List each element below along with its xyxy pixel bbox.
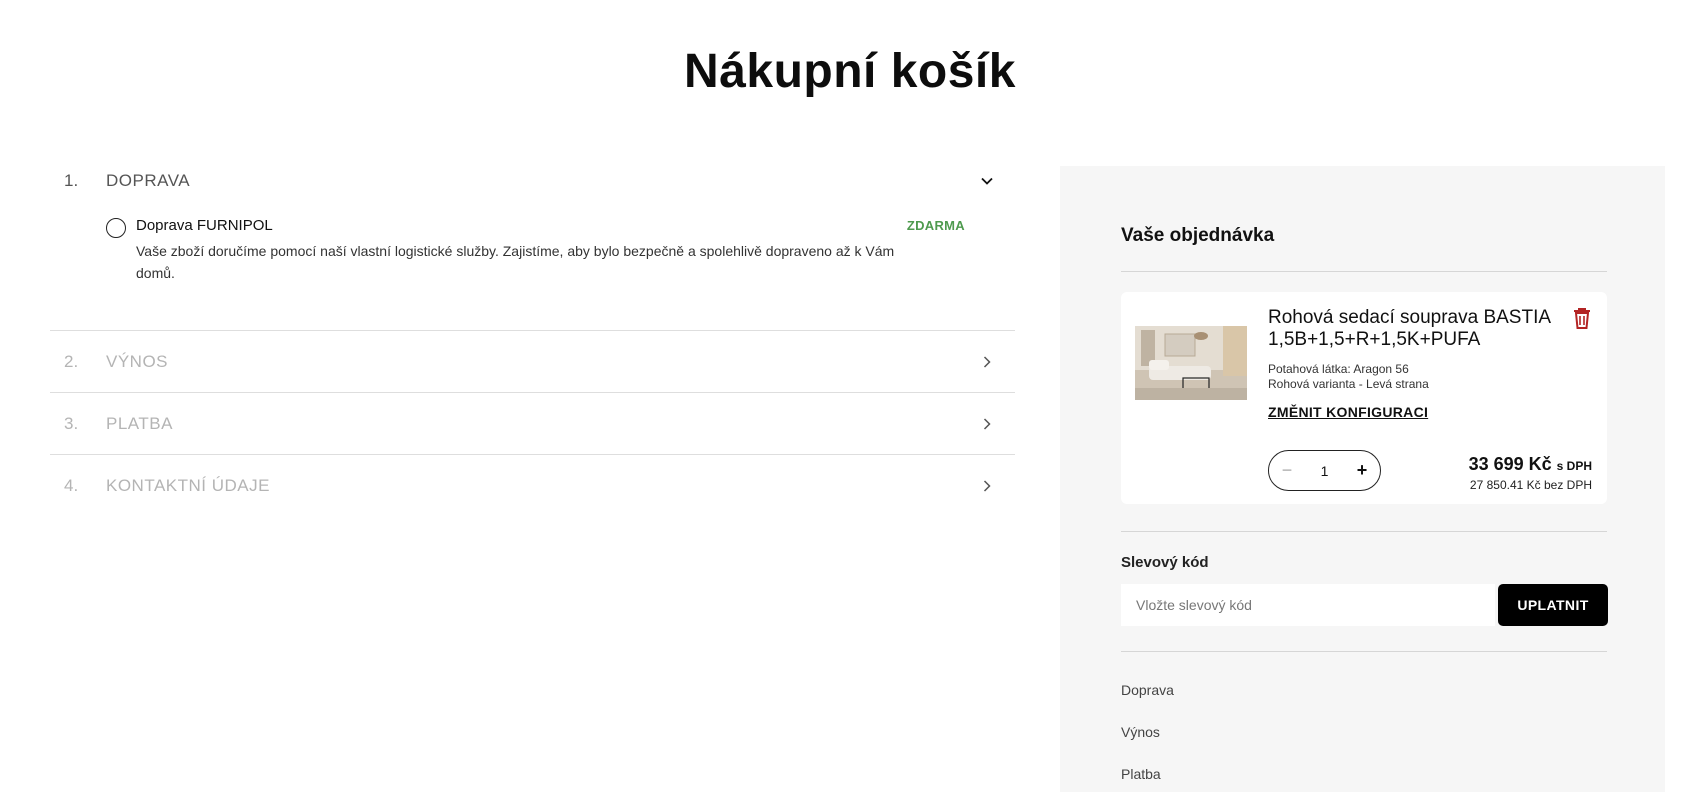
shipping-option-description: Vaše zboží doručíme pomocí naší vlastní … (136, 243, 895, 281)
divider (1121, 651, 1607, 652)
apply-coupon-button[interactable]: UPLATNIT (1498, 584, 1608, 626)
coupon-input[interactable] (1121, 584, 1495, 626)
quantity-stepper: − 1 + (1268, 450, 1381, 491)
summary-row-payment: Platba (1121, 766, 1161, 782)
step-number: 1. (64, 171, 79, 190)
product-attr-variant: Rohová varianta - Levá strana (1268, 377, 1429, 391)
step-return-header[interactable]: 2. VÝNOS (50, 331, 1015, 392)
divider (1121, 271, 1607, 272)
price-vat-suffix: s DPH (1556, 459, 1592, 473)
step-contact: 4. KONTAKTNÍ ÚDAJE (50, 455, 1015, 516)
shipping-option-furnipol[interactable]: Doprava FURNIPOL Vaše zboží doručíme pom… (106, 213, 1015, 284)
shipping-option-price: ZDARMA (906, 218, 965, 233)
step-contact-header[interactable]: 4. KONTAKTNÍ ÚDAJE (50, 455, 1015, 516)
step-title: VÝNOS (106, 351, 169, 371)
chevron-right-icon[interactable] (967, 412, 1007, 436)
quantity-value[interactable]: 1 (1305, 463, 1344, 479)
checkout-steps: 1. DOPRAVA Doprava FURNIPOL Vaše zboží d… (50, 157, 1015, 516)
step-number: 4. (64, 475, 79, 495)
summary-row-shipping: Doprava (1121, 682, 1174, 698)
shipping-option-name: Doprava FURNIPOL (136, 217, 273, 234)
price-with-vat-value: 33 699 Kč (1468, 454, 1552, 474)
summary-row-return: Výnos (1121, 724, 1160, 740)
step-shipping: 1. DOPRAVA Doprava FURNIPOL Vaše zboží d… (50, 157, 1015, 331)
shipping-radio[interactable] (106, 218, 126, 238)
step-payment: 3. PLATBA (50, 393, 1015, 455)
shipping-option-text: Doprava FURNIPOL Vaše zboží doručíme pom… (136, 213, 896, 284)
product-attr-fabric: Potahová látka: Aragon 56 (1268, 362, 1409, 376)
trash-icon[interactable] (1571, 306, 1593, 330)
step-shipping-header[interactable]: 1. DOPRAVA (50, 157, 1015, 205)
chevron-right-icon[interactable] (967, 350, 1007, 374)
divider (1121, 531, 1607, 532)
step-payment-header[interactable]: 3. PLATBA (50, 393, 1015, 454)
step-shipping-body: Doprava FURNIPOL Vaše zboží doručíme pom… (50, 205, 1015, 330)
product-name[interactable]: Rohová sedací souprava BASTIA 1,5B+1,5+R… (1268, 307, 1558, 351)
step-title: DOPRAVA (106, 171, 191, 190)
chevron-down-icon[interactable] (967, 169, 1007, 193)
step-title: PLATBA (106, 413, 173, 433)
product-image (1135, 326, 1247, 400)
coupon-label: Slevový kód (1121, 554, 1209, 571)
step-number: 3. (64, 413, 79, 433)
price-without-vat: 27 850.41 Kč bez DPH (1469, 478, 1592, 492)
cart-item: Rohová sedací souprava BASTIA 1,5B+1,5+R… (1121, 292, 1607, 504)
price-with-vat: 33 699 Kč s DPH (1469, 454, 1592, 475)
order-summary: Vaše objednávka Rohová sedací souprava B… (1060, 166, 1665, 792)
chevron-right-icon[interactable] (967, 474, 1007, 498)
decrease-quantity-button[interactable]: − (1269, 460, 1305, 481)
increase-quantity-button[interactable]: + (1344, 460, 1380, 481)
summary-title: Vaše objednávka (1121, 225, 1275, 246)
change-configuration-link[interactable]: ZMĚNIT KONFIGURACI (1268, 404, 1428, 420)
step-number: 2. (64, 351, 79, 371)
step-return: 2. VÝNOS (50, 331, 1015, 393)
page-title: Nákupní košík (684, 45, 1016, 98)
step-title: KONTAKTNÍ ÚDAJE (106, 475, 270, 495)
